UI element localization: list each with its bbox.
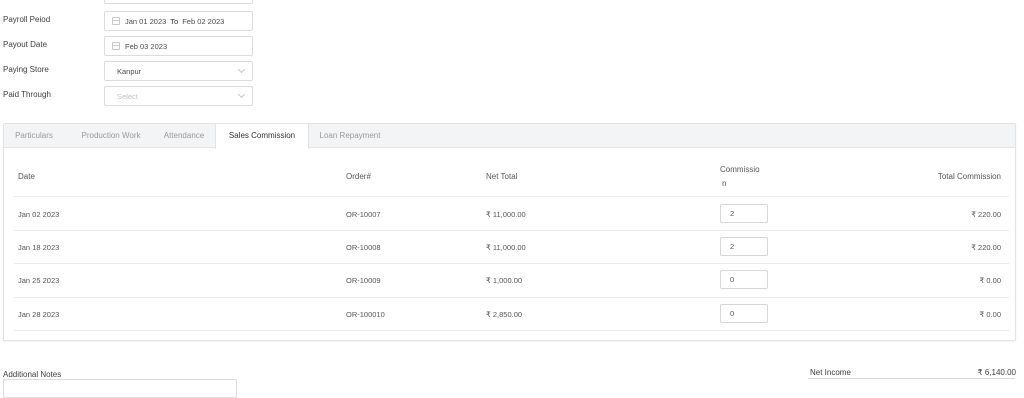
row-total-commission: ₹ 0.00: [979, 310, 1001, 319]
row-divider: [14, 330, 1009, 331]
tab-attendance[interactable]: Attendance: [154, 124, 214, 148]
row-divider: [14, 230, 1009, 231]
tab-bar: Particulars Production Work Attendance S…: [4, 124, 1015, 149]
tab-particulars[interactable]: Particulars: [4, 124, 64, 148]
payout-date-input[interactable]: Feb 03 2023: [104, 36, 253, 56]
row-total-commission: ₹ 220.00: [971, 210, 1001, 219]
payroll-details-panel: Particulars Production Work Attendance S…: [3, 123, 1016, 341]
payout-date-label: Payout Date: [3, 40, 48, 49]
net-income-value: ₹ 6,140.00: [977, 368, 1016, 377]
row-date: Jan 02 2023: [18, 210, 60, 219]
row-order: OR-100010: [346, 310, 385, 319]
paying-store-row: Paying Store Kanpur: [0, 61, 260, 81]
column-header-commission-line1: Commissio: [720, 165, 760, 174]
net-income-divider: [808, 378, 1015, 379]
payroll-period-range-input[interactable]: Jan 01 2023 To Feb 02 2023: [104, 11, 253, 31]
row-net-total: ₹ 11,000.00: [486, 210, 526, 219]
calendar-icon: [112, 17, 120, 25]
calendar-icon: [112, 42, 120, 50]
row-order: OR-10007: [346, 210, 381, 219]
commission-input[interactable]: [720, 237, 768, 256]
payout-date-value: Feb 03 2023: [125, 42, 168, 51]
paying-store-value: Kanpur: [117, 67, 142, 76]
row-divider: [14, 263, 1009, 264]
row-date: Jan 25 2023: [18, 276, 60, 285]
row-total-commission: ₹ 220.00: [971, 243, 1001, 252]
payroll-period-row: Payroll Peiod Jan 01 2023 To Feb 02 2023: [0, 11, 260, 31]
row-net-total: ₹ 1,000.00: [486, 276, 523, 285]
tab-loan-repayment[interactable]: Loan Repayment: [310, 124, 390, 148]
row-total-commission: ₹ 0.00: [979, 276, 1001, 285]
payroll-period-to-word: To: [170, 17, 179, 26]
paying-store-label: Paying Store: [3, 65, 49, 74]
tab-sales-commission[interactable]: Sales Commission: [215, 124, 309, 149]
commission-input[interactable]: [720, 204, 768, 223]
column-header-net-total: Net Total: [486, 172, 518, 181]
commission-input[interactable]: [720, 304, 768, 323]
tab-production-work[interactable]: Production Work: [66, 124, 156, 148]
payroll-period-to: Feb 02 2023: [182, 17, 225, 26]
chevron-down-icon: [237, 90, 246, 99]
row-net-total: ₹ 2,850.00: [486, 310, 523, 319]
paid-through-label: Paid Through: [3, 90, 51, 99]
column-header-total-commission: Total Commission: [937, 172, 1001, 181]
row-order: OR-10009: [346, 276, 381, 285]
row-date: Jan 28 2023: [18, 310, 60, 319]
column-header-order: Order#: [346, 172, 371, 181]
paying-store-select[interactable]: Kanpur: [104, 61, 253, 81]
column-header-date: Date: [18, 172, 35, 181]
additional-notes-input[interactable]: [3, 379, 237, 398]
commission-input[interactable]: [720, 270, 768, 289]
paid-through-placeholder: Select: [117, 92, 138, 101]
row-date: Jan 18 2023: [18, 243, 60, 252]
payout-date-row: Payout Date Feb 03 2023: [0, 36, 260, 56]
row-divider: [14, 297, 1009, 298]
column-header-commission-line2: n: [722, 179, 727, 188]
paid-through-select[interactable]: Select: [104, 86, 253, 106]
chevron-down-icon: [237, 65, 246, 74]
net-income-label: Net Income: [810, 368, 851, 377]
partial-field-top[interactable]: [104, 0, 253, 4]
header-divider: [14, 196, 1009, 197]
paid-through-row: Paid Through Select: [0, 86, 260, 106]
payroll-period-from: Jan 01 2023: [125, 17, 167, 26]
row-order: OR-10008: [346, 243, 381, 252]
additional-notes-label: Additional Notes: [3, 370, 62, 379]
row-net-total: ₹ 11,000.00: [486, 243, 526, 252]
payroll-period-label: Payroll Peiod: [3, 15, 51, 24]
